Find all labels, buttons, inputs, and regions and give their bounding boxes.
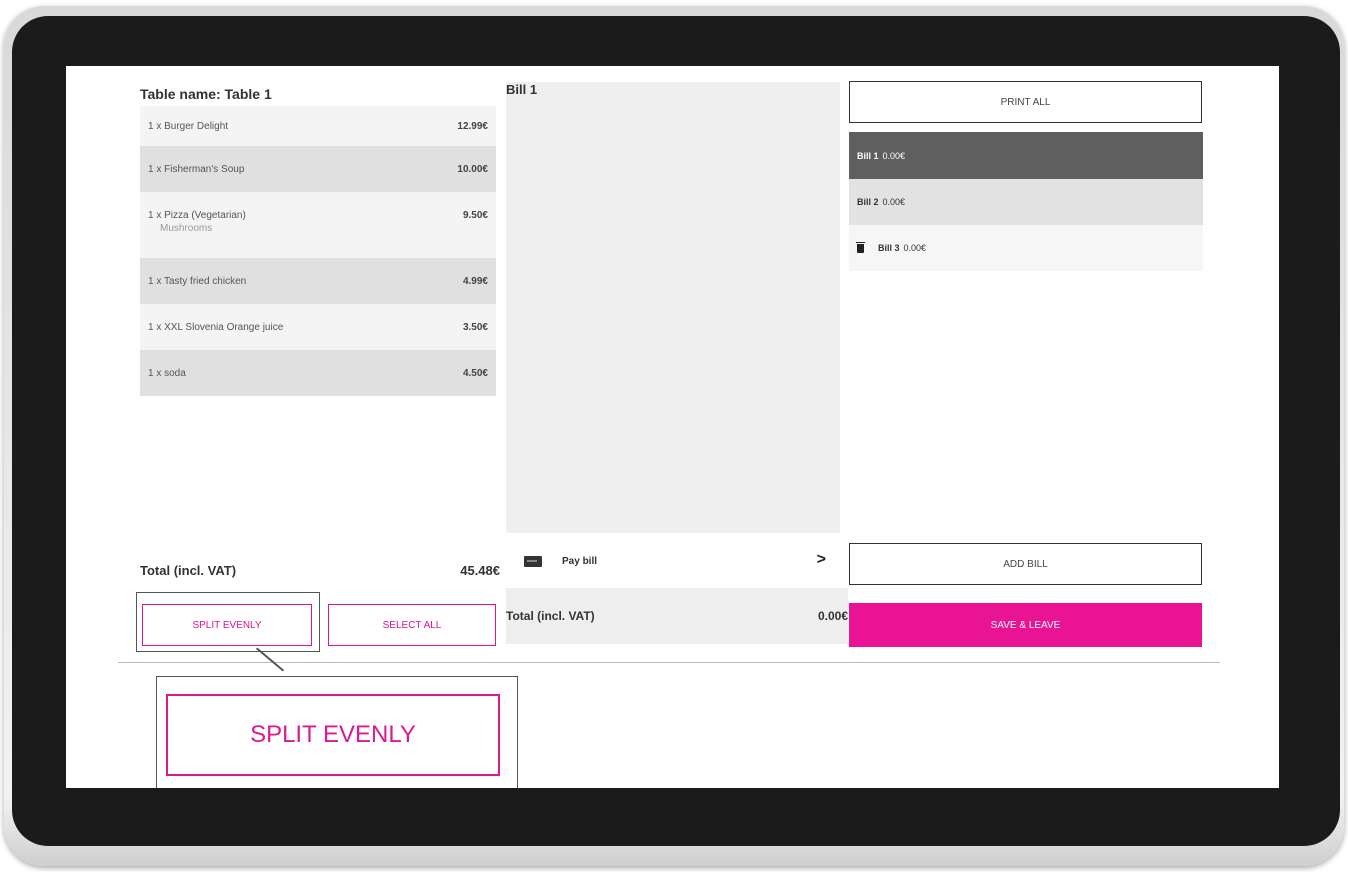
order-total-label: Total (incl. VAT)	[140, 563, 237, 578]
bill-name: Bill 2	[857, 197, 879, 207]
bill-total-label: Total (incl. VAT)	[506, 609, 595, 623]
order-item-label: 1 x Burger Delight	[148, 120, 229, 132]
app-screen: Table name: Table 1 1 x Burger Delight 1…	[66, 66, 1279, 788]
pay-bill-label: Pay bill	[562, 555, 598, 567]
order-item-label: 1 x XXL Slovenia Orange juice	[148, 321, 284, 333]
order-item-price: 10.00€	[457, 163, 488, 175]
order-item-price: 4.99€	[462, 275, 488, 287]
print-all-button[interactable]: PRINT ALL	[849, 81, 1202, 123]
bill-name: Bill 3	[878, 243, 900, 253]
bill-list-item[interactable]: Bill 2 0.00€	[849, 179, 1203, 225]
bill-total: Total (incl. VAT) 0.00€	[506, 588, 848, 644]
bill-list-item[interactable]: Bill 3 0.00€	[849, 225, 1203, 271]
bill-amount: 0.00€	[882, 197, 906, 207]
order-item[interactable]: 1 x Pizza (Vegetarian) Mushrooms 9.50€	[140, 192, 496, 258]
split-evenly-button[interactable]: SPLIT EVENLY	[142, 604, 312, 646]
order-item-modifier: Mushrooms	[160, 223, 213, 234]
order-item[interactable]: 1 x Burger Delight 12.99€	[140, 106, 496, 146]
trash-icon[interactable]	[856, 241, 865, 253]
order-item-price: 4.50€	[462, 367, 488, 379]
order-item-price: 9.50€	[462, 210, 488, 221]
save-and-leave-button[interactable]: SAVE & LEAVE	[849, 603, 1202, 647]
section-divider	[118, 662, 1220, 663]
bill-name: Bill 1	[857, 150, 879, 161]
order-item-label: 1 x Fisherman's Soup	[148, 163, 245, 175]
order-item-label: 1 x Pizza (Vegetarian)	[148, 210, 246, 221]
bill-items-panel[interactable]	[506, 82, 840, 533]
order-item[interactable]: 1 x Tasty fried chicken 4.99€	[140, 258, 496, 304]
bill-list-item-selected[interactable]: Bill 1 0.00€	[849, 132, 1203, 179]
order-total: Total (incl. VAT) 45.48€	[140, 563, 500, 578]
order-item-price: 3.50€	[462, 321, 488, 333]
order-item[interactable]: 1 x Fisherman's Soup 10.00€	[140, 146, 496, 192]
bill-title: Bill 1	[506, 82, 538, 97]
card-icon	[524, 555, 542, 567]
order-item-label: 1 x Tasty fried chicken	[148, 275, 247, 287]
pay-bill-row[interactable]: Pay bill >	[506, 537, 840, 585]
table-title: Table name: Table 1	[140, 86, 272, 102]
bill-amount: 0.00€	[882, 150, 906, 161]
order-total-value: 45.48€	[460, 563, 500, 578]
chevron-right-icon: >	[816, 551, 826, 568]
bill-amount: 0.00€	[903, 243, 927, 253]
order-item[interactable]: 1 x soda 4.50€	[140, 350, 496, 396]
select-all-button[interactable]: SELECT ALL	[328, 604, 496, 646]
split-evenly-zoom: SPLIT EVENLY	[166, 694, 500, 776]
order-item-label: 1 x soda	[148, 367, 186, 379]
order-item-price: 12.99€	[457, 120, 488, 132]
bill-total-value: 0.00€	[817, 609, 848, 623]
add-bill-button[interactable]: ADD BILL	[849, 543, 1202, 585]
order-item[interactable]: 1 x XXL Slovenia Orange juice 3.50€	[140, 304, 496, 350]
order-column: Table name: Table 1 1 x Burger Delight 1…	[140, 82, 496, 396]
